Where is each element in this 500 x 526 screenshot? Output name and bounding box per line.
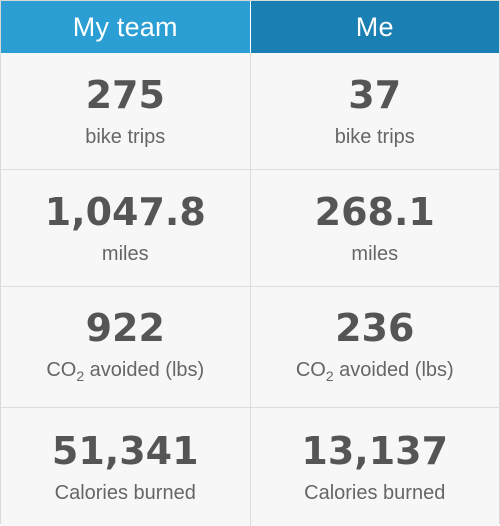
team-co2-label-prefix: CO bbox=[46, 359, 77, 381]
team-miles-label: miles bbox=[101, 243, 149, 265]
me-miles-cell: 268.1 miles bbox=[250, 170, 499, 286]
team-co2-label: CO2 avoided (lbs) bbox=[46, 358, 204, 388]
tab-my-team[interactable]: My team bbox=[1, 1, 251, 53]
team-calories-label: Calories burned bbox=[54, 482, 196, 504]
me-miles-label: miles bbox=[351, 243, 399, 265]
team-co2-label-subscript: 2 bbox=[76, 368, 85, 384]
team-bike-trips-label: bike trips bbox=[85, 126, 166, 148]
stats-row-bike-trips: 275 bike trips 37 bike trips bbox=[1, 53, 499, 169]
me-bike-trips-label: bike trips bbox=[334, 126, 415, 148]
team-bike-trips-cell: 275 bike trips bbox=[1, 53, 251, 169]
team-co2-cell: 922 CO2 avoided (lbs) bbox=[1, 287, 251, 407]
team-calories-value: 51,341 bbox=[51, 429, 199, 473]
me-co2-value: 236 bbox=[335, 306, 415, 350]
team-calories-cell: 51,341 Calories burned bbox=[1, 408, 251, 526]
team-miles-cell: 1,047.8 miles bbox=[1, 170, 251, 286]
team-co2-value: 922 bbox=[85, 306, 165, 350]
stats-row-miles: 1,047.8 miles 268.1 miles bbox=[1, 169, 499, 286]
stats-row-calories: 51,341 Calories burned 13,137 Calories b… bbox=[1, 407, 499, 526]
team-stats-panel: My team Me 275 bike trips 37 bike trips … bbox=[0, 0, 500, 526]
me-co2-label: CO2 avoided (lbs) bbox=[296, 358, 454, 388]
me-calories-label: Calories burned bbox=[304, 482, 446, 504]
team-co2-label-suffix: avoided (lbs) bbox=[84, 359, 205, 381]
me-co2-label-subscript: 2 bbox=[325, 368, 334, 384]
tab-me[interactable]: Me bbox=[250, 1, 499, 53]
tabs-bar: My team Me bbox=[1, 1, 499, 53]
me-co2-cell: 236 CO2 avoided (lbs) bbox=[250, 287, 499, 407]
team-miles-value: 1,047.8 bbox=[44, 190, 206, 234]
me-bike-trips-value: 37 bbox=[348, 73, 402, 117]
me-miles-value: 268.1 bbox=[314, 190, 435, 234]
me-co2-label-suffix: avoided (lbs) bbox=[333, 359, 454, 381]
me-bike-trips-cell: 37 bike trips bbox=[250, 53, 499, 169]
me-co2-label-prefix: CO bbox=[295, 359, 326, 381]
me-calories-cell: 13,137 Calories burned bbox=[250, 408, 499, 526]
team-bike-trips-value: 275 bbox=[85, 73, 165, 117]
stats-table: 275 bike trips 37 bike trips 1,047.8 mil… bbox=[1, 53, 499, 526]
stats-row-co2: 922 CO2 avoided (lbs) 236 CO2 avoided (l… bbox=[1, 286, 499, 407]
me-calories-value: 13,137 bbox=[301, 429, 449, 473]
